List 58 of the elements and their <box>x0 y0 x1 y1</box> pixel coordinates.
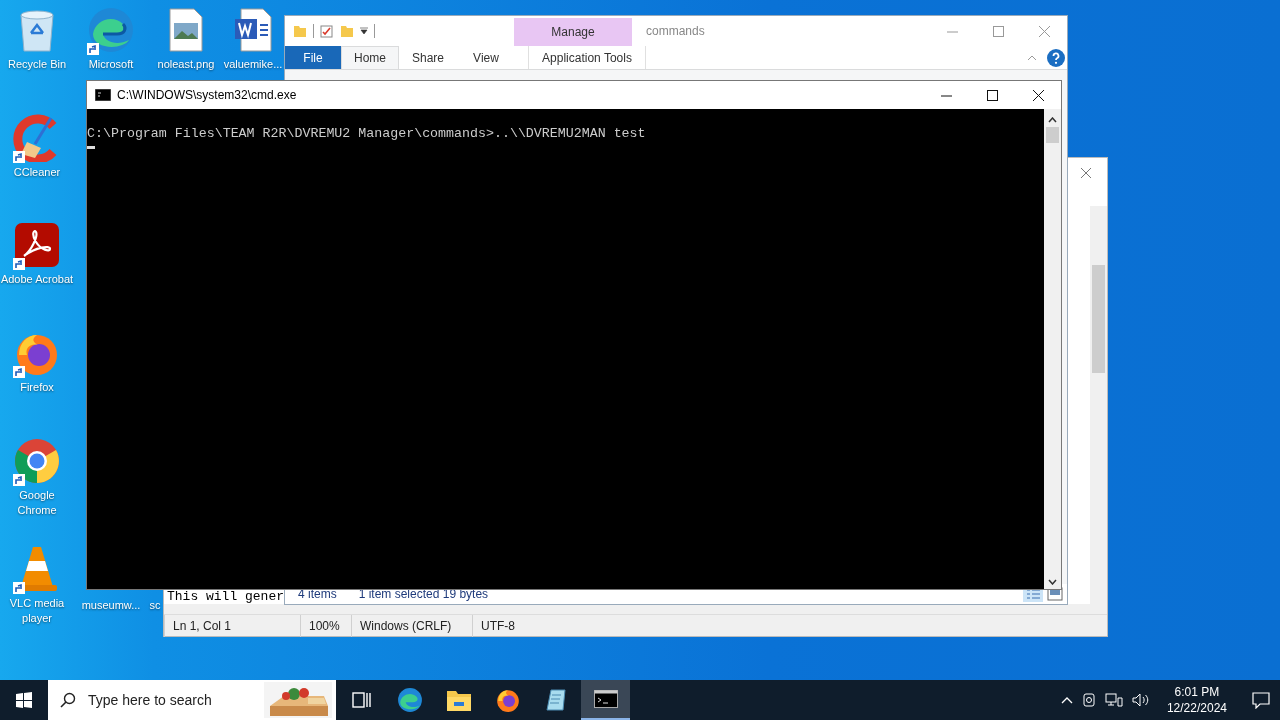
search-icon[interactable] <box>60 692 76 708</box>
edge-icon[interactable] <box>396 687 423 713</box>
status-field: Windows (CRLF) <box>351 614 472 637</box>
icon-label[interactable]: CCleaner <box>13 165 61 180</box>
word-document-icon[interactable] <box>233 7 273 53</box>
dropdown-arrow-icon[interactable] <box>360 27 368 35</box>
icon-label[interactable]: Google Chrome <box>0 488 74 518</box>
icon-label[interactable]: museumw... <box>81 598 141 613</box>
folder-icon[interactable] <box>445 688 472 712</box>
status-field: UTF-8 <box>472 614 585 637</box>
icon-label[interactable]: Adobe Acrobat <box>0 272 74 287</box>
collapse-ribbon-icon[interactable] <box>1027 54 1037 61</box>
acrobat-icon[interactable] <box>14 222 60 268</box>
ribbon-tab[interactable]: Share <box>399 46 457 69</box>
context-tab-header: Manage <box>514 18 632 46</box>
status-field: Ln 1, Col 1 <box>164 614 300 637</box>
clock-date[interactable]: 12/22/2024 <box>1166 700 1227 716</box>
scroll-down-icon[interactable] <box>1048 579 1057 585</box>
ribbon-tab[interactable]: Home <box>341 46 399 69</box>
scroll-up-icon[interactable] <box>1048 117 1057 123</box>
edge-icon[interactable] <box>87 6 135 54</box>
icon-label[interactable]: sc <box>149 598 161 613</box>
console-icon <box>95 89 111 101</box>
window-title: commands <box>646 24 705 38</box>
network-icon[interactable] <box>1104 692 1123 708</box>
icon-label[interactable]: Microsoft <box>88 57 134 72</box>
icon-label[interactable]: noleast.png <box>157 57 215 72</box>
properties-icon[interactable] <box>320 24 334 38</box>
notepad-icon[interactable] <box>544 688 569 712</box>
clock-time[interactable]: 6:01 PM <box>1174 684 1220 700</box>
status-field: 100% <box>300 614 351 637</box>
recycle-bin-icon[interactable] <box>17 7 57 53</box>
notifications-icon[interactable] <box>1252 691 1270 709</box>
taskbar-app-button[interactable] <box>581 680 630 720</box>
chrome-icon[interactable] <box>13 437 61 485</box>
icon-label[interactable]: Firefox <box>20 380 54 395</box>
icon-label[interactable]: Recycle Bin <box>7 57 67 72</box>
console-icon[interactable] <box>593 690 618 708</box>
windows-logo-icon[interactable] <box>16 692 32 708</box>
horizontal-scrollbar[interactable] <box>164 604 1107 614</box>
help-icon[interactable] <box>1047 48 1065 67</box>
scrollbar-thumb[interactable] <box>1046 127 1059 143</box>
task-view-icon[interactable] <box>350 691 371 709</box>
icon-label[interactable]: valuemike... <box>223 57 283 72</box>
large-icons-view-icon[interactable] <box>1047 587 1063 601</box>
console-line: C:\Program Files\TEAM R2R\DVREMU2 Manager\commands>..\\DVREMU2MAN test <box>87 126 646 142</box>
image-file-icon[interactable] <box>168 7 204 53</box>
window-title: C:\WINDOWS\system32\cmd.exe <box>117 88 297 102</box>
vertical-scrollbar[interactable] <box>1090 206 1107 604</box>
document-text: This will gener <box>166 590 285 604</box>
ribbon-tab[interactable]: View <box>457 46 515 69</box>
vertical-scrollbar[interactable] <box>1044 109 1061 589</box>
device-icon[interactable] <box>1081 692 1096 708</box>
firefox-icon[interactable] <box>494 687 521 713</box>
show-hidden-icons-icon[interactable] <box>1060 696 1073 704</box>
icon-label[interactable]: VLC media player <box>0 596 74 626</box>
volume-icon[interactable] <box>1131 692 1150 708</box>
file-menu-tab[interactable]: File <box>285 46 341 69</box>
